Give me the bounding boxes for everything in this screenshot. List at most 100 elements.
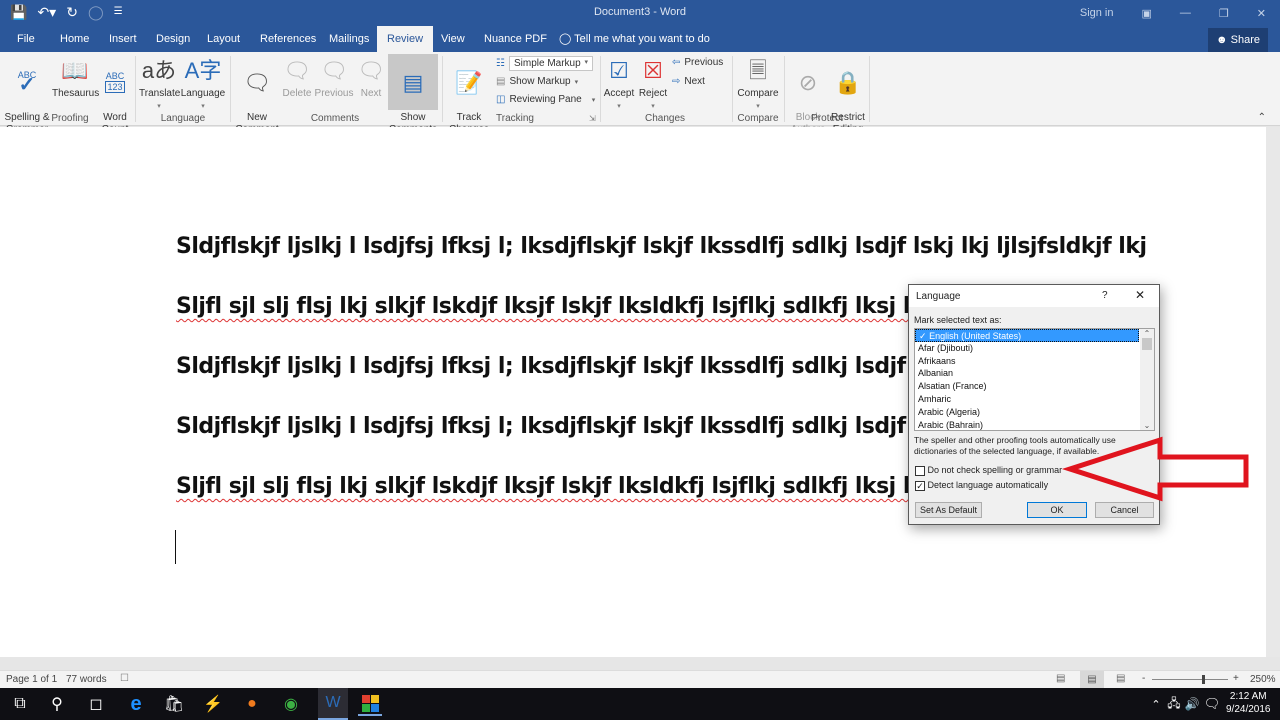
close-button[interactable]: ✕ (1243, 7, 1280, 20)
language-button[interactable]: A字 Language ▾ (180, 54, 226, 113)
cancel-button[interactable]: Cancel (1095, 502, 1154, 518)
tell-me-search[interactable]: ◯ Tell me what you want to do (559, 26, 710, 52)
office-app-icon[interactable] (358, 692, 382, 716)
share-button[interactable]: ☻ Share (1208, 28, 1268, 52)
checkbox-checked[interactable]: ✓ (915, 480, 925, 491)
proofing-status-icon[interactable]: ☐ (120, 673, 129, 684)
store-icon[interactable]: 🛍 (162, 692, 186, 716)
word-count-icon: ABC 123 (105, 71, 125, 93)
language-option[interactable]: Alsatian (France) (915, 380, 1154, 393)
compare-button[interactable]: 🗏 Compare ▾ (736, 54, 780, 113)
language-option[interactable]: Afar (Djibouti) (915, 342, 1154, 355)
word-taskbar-icon[interactable]: W (318, 688, 348, 720)
no-check-spelling-checkbox[interactable]: Do not check spelling or grammar (915, 465, 1062, 476)
firefox-icon[interactable]: ● (240, 692, 264, 716)
vertical-scrollbar[interactable] (1266, 127, 1280, 657)
show-comments-button[interactable]: ▤ Show Comments (388, 54, 438, 135)
ribbon-display-icon[interactable]: ▣ (1128, 7, 1166, 20)
scroll-up-icon[interactable]: ⌃ (1140, 329, 1154, 338)
new-comment-button[interactable]: 🗨 New Comment (234, 54, 280, 136)
tab-mailings[interactable]: Mailings (329, 26, 369, 52)
search-icon[interactable]: ⚲ (45, 692, 69, 716)
page-count[interactable]: Page 1 of 1 (6, 674, 57, 685)
checkbox-unchecked[interactable] (915, 465, 925, 476)
minimize-button[interactable]: — (1166, 7, 1205, 19)
tab-home[interactable]: Home (60, 26, 89, 52)
ok-button[interactable]: OK (1027, 502, 1087, 518)
show-markup-button[interactable]: ▤ Show Markup ▾ (496, 76, 578, 87)
clock[interactable]: 2:12 AM 9/24/2016 (1226, 690, 1271, 716)
language-list[interactable]: ✓ English (United States) Afar (Djibouti… (914, 328, 1155, 431)
translate-button[interactable]: aあ Translate ▾ (139, 54, 180, 113)
zoom-out-button[interactable]: - (1142, 673, 1145, 684)
detect-language-checkbox[interactable]: ✓ Detect language automatically (915, 480, 1048, 491)
accept-button[interactable]: ☑ Accept ▾ (603, 54, 635, 113)
document-line: Sldjflskjf ljslkj l lsdjfsj lfksj l; lks… (176, 234, 1147, 259)
scroll-down-icon[interactable]: ⌄ (1140, 421, 1154, 430)
next-comment-icon: 🗨 (357, 58, 385, 83)
read-mode-icon[interactable]: ▤ (1056, 673, 1065, 684)
winamp-icon[interactable]: ⚡ (201, 692, 225, 716)
tab-design[interactable]: Design (156, 26, 190, 52)
language-option[interactable]: Arabic (Algeria) (915, 406, 1154, 419)
zoom-slider[interactable] (1152, 679, 1228, 680)
language-option[interactable]: Arabic (Bahrain) (915, 419, 1154, 430)
book-icon: 📖 (61, 58, 89, 83)
zoom-level[interactable]: 250% (1250, 674, 1276, 685)
tab-nuance-pdf[interactable]: Nuance PDF (484, 26, 547, 52)
zoom-slider-thumb[interactable] (1202, 675, 1205, 684)
markup-select[interactable]: ☷ Simple Markup ▾ (496, 56, 593, 71)
language-option[interactable]: Albanian (915, 367, 1154, 380)
dialog-close-button[interactable]: ✕ (1135, 288, 1145, 302)
next-comment-button[interactable]: 🗨 Next (356, 54, 386, 100)
help-button[interactable]: ? (1102, 290, 1108, 301)
group-label-proofing: Proofing (51, 113, 89, 124)
list-scrollbar[interactable]: ⌃ ⌄ (1140, 329, 1154, 430)
tab-layout[interactable]: Layout (207, 26, 240, 52)
set-as-default-button[interactable]: Set As Default (915, 502, 982, 518)
edge-browser-icon[interactable]: e (124, 692, 148, 716)
zoom-in-button[interactable]: + (1233, 673, 1239, 684)
person-add-icon: ☻ (1216, 34, 1228, 46)
print-layout-icon[interactable]: ▤ (1080, 671, 1104, 688)
lock-document-icon: 🔒 (834, 70, 862, 95)
restore-button[interactable]: ❐ (1205, 7, 1243, 20)
tab-insert[interactable]: Insert (109, 26, 137, 52)
previous-comment-icon: 🗨 (320, 58, 348, 83)
thesaurus-button[interactable]: 📖 Thesaurus (52, 54, 99, 100)
reject-button[interactable]: ☒ Reject ▾ (637, 54, 669, 113)
language-option[interactable]: Amharic (915, 393, 1154, 406)
next-change-button[interactable]: ⇨ Next (672, 76, 705, 87)
new-comment-icon: 🗨 (243, 70, 271, 95)
reviewing-pane-button[interactable]: ◫ Reviewing Pane ▾ (496, 94, 595, 105)
group-separator (135, 56, 136, 122)
tab-file[interactable]: File (17, 26, 35, 52)
group-separator (442, 56, 443, 122)
action-center-icon[interactable]: 🗨 (1200, 692, 1224, 716)
sign-in-link[interactable]: Sign in (1066, 7, 1128, 19)
delete-comment-button[interactable]: 🗨 Delete (282, 54, 312, 100)
tab-references[interactable]: References (260, 26, 316, 52)
task-view-icon[interactable]: ◻ (84, 692, 108, 716)
document-line: Sldjflskjf ljslkj l lsdjfsj lfksj l; lks… (176, 414, 906, 439)
tab-view[interactable]: View (441, 26, 465, 52)
tab-review[interactable]: Review (377, 26, 434, 52)
scroll-thumb[interactable] (1142, 338, 1152, 350)
chrome-icon[interactable]: ◉ (279, 692, 303, 716)
previous-change-button[interactable]: ⇦ Previous (672, 57, 723, 68)
web-layout-icon[interactable]: ▤ (1116, 673, 1125, 684)
red-arrow-annotation (1061, 436, 1249, 502)
compare-icon: 🗏 (749, 58, 767, 83)
group-label-tracking: Tracking (496, 113, 534, 124)
tracking-dialog-launcher-icon[interactable]: ⇲ (589, 114, 596, 123)
language-option[interactable]: ✓ English (United States) (915, 329, 1139, 342)
group-label-language: Language (160, 113, 206, 124)
previous-comment-button[interactable]: 🗨 Previous (314, 54, 354, 100)
delete-comment-icon: 🗨 (283, 58, 311, 83)
word-count[interactable]: 77 words (66, 674, 107, 685)
show-comments-icon: ▤ (402, 70, 424, 95)
language-option[interactable]: Afrikaans (915, 355, 1154, 368)
windows-start-icon[interactable]: ⧉ (8, 692, 32, 716)
collapse-ribbon-icon[interactable]: ⌃ (1258, 112, 1266, 123)
status-bar: Page 1 of 1 77 words ☐ ▤ ▤ ▤ - + 250% (0, 670, 1280, 688)
